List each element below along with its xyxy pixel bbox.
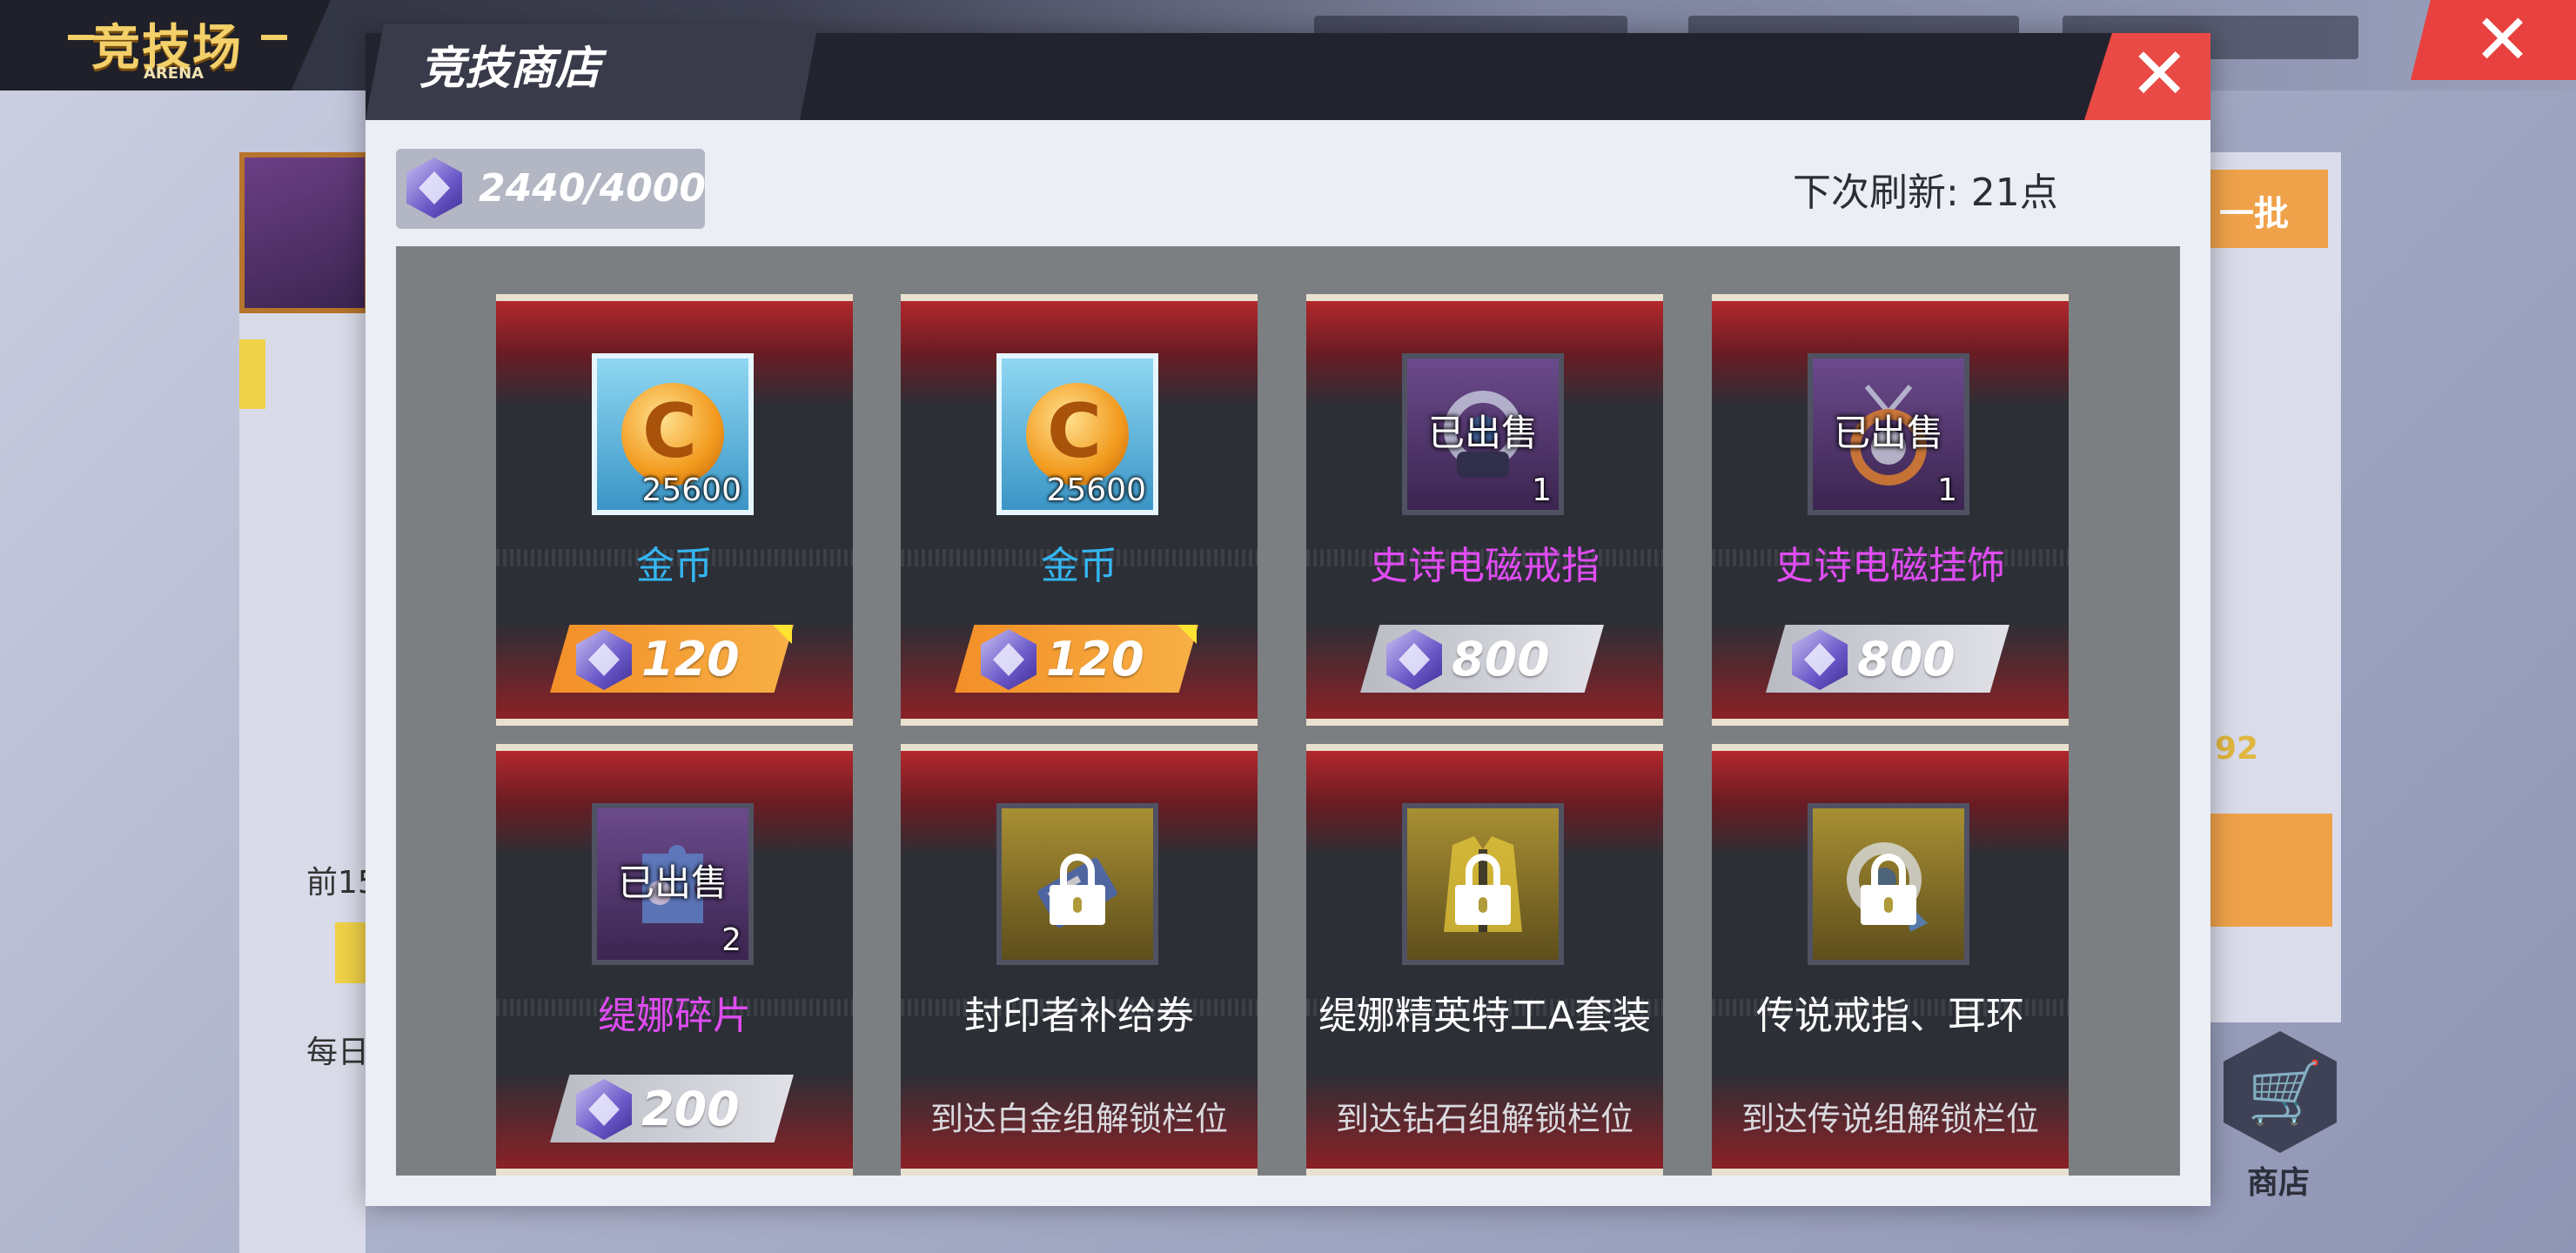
bg-yellow-marker [239,339,265,409]
item-quantity: 1 [1937,472,1957,508]
dialog-title: 竞技商店 [419,43,601,95]
item-frame [996,803,1158,965]
shop-item-card-locked: 封印者补给券 到达白金组解锁栏位 [901,744,1258,1176]
shop-item-card[interactable]: 已出售 1 史诗电磁戒指 800 [1306,294,1663,726]
arena-token-value: 2440/4000 [479,166,706,211]
shop-item-card-locked: 传说戒指、耳环 到达传说组解锁栏位 [1712,744,2069,1176]
item-price: 200 [641,1082,740,1136]
arena-shop-dialog: 竞技商店 ✕ 2440/4000 下次刷新: 21点 C 25600 金币 12… [366,24,2210,1206]
avatar [239,152,370,313]
arena-token-icon [1792,629,1848,690]
buy-button[interactable]: 120 [550,625,794,693]
item-price: 800 [1857,632,1955,687]
sold-label: 已出售 [617,861,728,904]
shop-item-card-locked: 缇娜精英特工A套装 到达钻石组解锁栏位 [1306,744,1663,1176]
item-frame: C 25600 [592,353,754,515]
item-price: 800 [1452,632,1550,687]
bg-close-button[interactable]: ✕ [2411,0,2576,80]
bg-daily-text: 每日 [306,1035,370,1070]
unlock-requirement: 到达白金组解锁栏位 [929,1100,1228,1138]
gold-coin-icon: C [1026,383,1129,486]
unlock-requirement: 到达传说组解锁栏位 [1741,1100,2039,1138]
dialog-close-button[interactable]: ✕ [2084,33,2210,120]
bg-score-value: 92 [2215,731,2259,767]
buy-button: 800 [1766,625,2009,693]
item-quantity: 2 [721,922,741,958]
shop-item-grid: C 25600 金币 120 C 25600 金币 120 已出售 1 史诗电磁… [396,246,2180,1176]
arena-token-icon [406,157,462,218]
sold-label: 已出售 [1833,412,1943,454]
bg-reward-block [2210,814,2332,927]
item-name: 缇娜精英特工A套装 [1318,994,1652,1038]
arena-token-icon [1386,629,1442,690]
item-quantity: 25600 [1046,472,1146,508]
dialog-title-plate: 竞技商店 [366,24,818,120]
bg-refresh-batch-label: 一批 [2219,194,2289,234]
item-quantity: 25600 [641,472,741,508]
gold-coin-icon: C [621,383,724,486]
shop-item-card[interactable]: C 25600 金币 120 [496,294,853,726]
shop-button-label: 商店 [2247,1165,2311,1201]
item-frame: 已出售 1 [1808,353,1969,515]
arena-logo: 竞技场 ARENA [0,0,331,90]
item-frame [1808,803,1969,965]
arena-token-icon [981,629,1036,690]
close-icon: ✕ [2130,33,2190,116]
arena-token-icon [576,629,632,690]
dialog-header: 竞技商店 ✕ [366,24,2210,120]
shop-item-card[interactable]: C 25600 金币 120 [901,294,1258,726]
logo-dash-right [261,35,287,40]
item-name: 传说戒指、耳环 [1756,994,2024,1038]
item-quantity: 1 [1532,472,1552,508]
lock-icon [1050,854,1105,925]
item-name: 封印者补给券 [964,994,1194,1038]
item-frame: 已出售 2 [592,803,754,965]
item-frame: C 25600 [996,353,1158,515]
refresh-time-text: 下次刷新: 21点 [1793,171,2058,215]
buy-button: 800 [1360,625,1604,693]
price-corner-marker [773,625,792,644]
item-name: 史诗电磁挂饰 [1775,544,2005,588]
arena-subtitle: ARENA [144,64,205,83]
arena-token-icon [576,1079,632,1140]
price-corner-marker [1177,625,1197,644]
shop-item-card[interactable]: 已出售 2 缇娜碎片 200 [496,744,853,1176]
unlock-requirement: 到达钻石组解锁栏位 [1335,1100,1633,1138]
item-frame [1402,803,1564,965]
logo-dash-left [68,35,94,40]
sold-label: 已出售 [1427,412,1538,454]
lock-icon [1455,854,1511,925]
arena-token-balance: 2440/4000 [396,149,706,229]
item-name: 史诗电磁戒指 [1370,544,1600,588]
item-name: 缇娜碎片 [598,994,751,1038]
bg-refresh-batch-button[interactable]: 一批 [2206,170,2328,248]
item-frame: 已出售 1 [1402,353,1564,515]
lock-icon [1861,854,1916,925]
buy-button[interactable]: 120 [955,625,1198,693]
item-price: 120 [1046,632,1144,687]
item-price: 120 [641,632,740,687]
close-icon: ✕ [2473,0,2532,80]
cart-icon: 🛒 [2247,1057,2324,1129]
item-name: 金币 [1041,544,1117,588]
buy-button: 200 [550,1075,794,1142]
item-name: 金币 [636,544,713,588]
shop-item-card[interactable]: 已出售 1 史诗电磁挂饰 800 [1712,294,2069,726]
shop-button[interactable]: 🛒 商店 [2210,1031,2350,1201]
bg-yellow-marker [335,922,370,983]
bg-left-panel [239,152,366,1253]
